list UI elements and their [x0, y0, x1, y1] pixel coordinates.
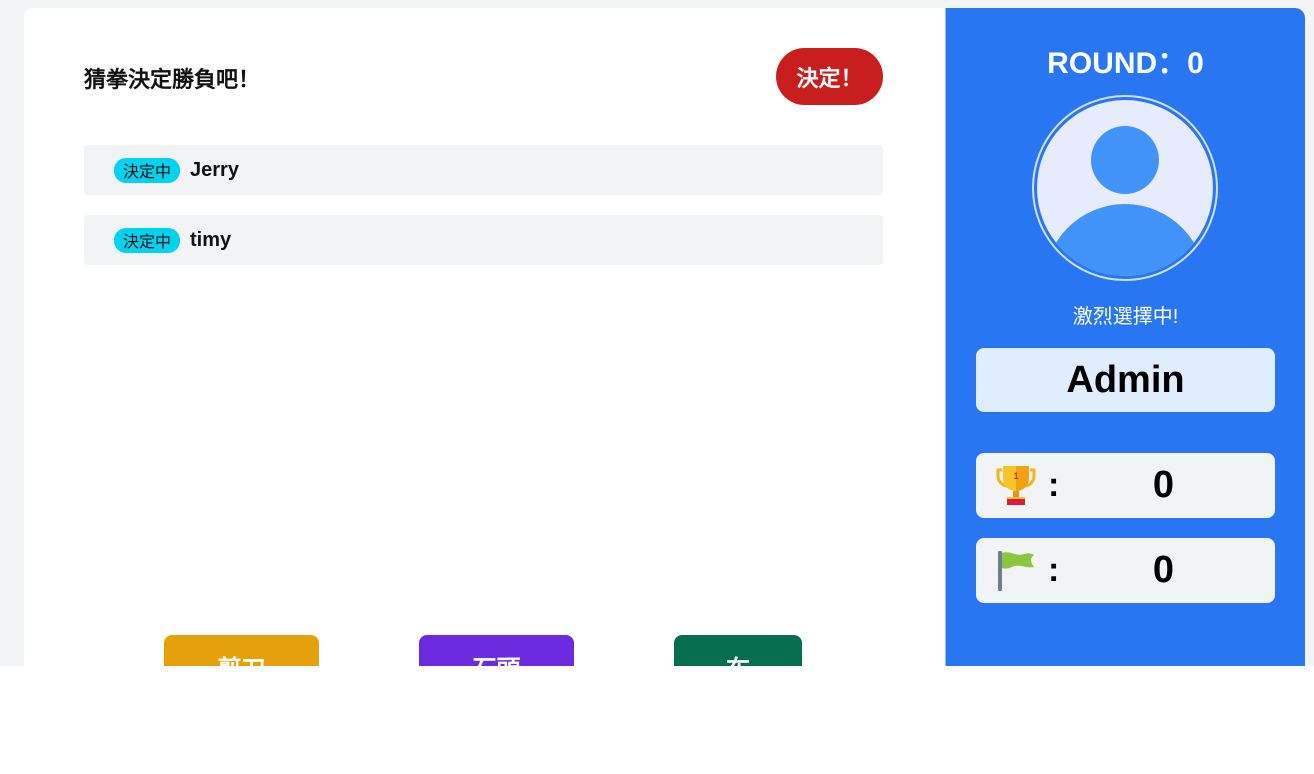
flag-icon: [998, 551, 1034, 591]
avatar: [1032, 95, 1218, 281]
status-badge: 決定中: [114, 227, 181, 253]
page-title: 猜拳決定勝負吧！: [84, 67, 261, 92]
username-display: Admin: [976, 348, 1275, 412]
rock-button[interactable]: 石頭: [419, 635, 574, 666]
player-row-timy: 決定中 timy: [84, 215, 883, 265]
stat-separator: :: [1048, 466, 1060, 504]
status-badge: 決定中: [114, 157, 181, 183]
user-avatar-icon: [1037, 100, 1213, 276]
game-card: 猜拳決定勝負吧！ 決定！ 決定中 Jerry 決定中 timy 剪刀 石頭 布: [24, 8, 945, 666]
scissors-button[interactable]: 剪刀: [164, 635, 319, 666]
player-side-panel: ROUND：0 激烈選擇中! Admin 1: 0: 0: [945, 8, 1305, 666]
status-text: 激烈選擇中!: [1072, 306, 1179, 328]
player-name: Jerry: [190, 158, 239, 181]
wins-count: 0: [1152, 464, 1175, 506]
flags-count: 0: [1152, 549, 1175, 591]
wins-stat: 1 : 0: [976, 453, 1275, 518]
app-viewport: 猜拳決定勝負吧！ 決定！ 決定中 Jerry 決定中 timy 剪刀 石頭 布 …: [0, 0, 1314, 666]
trophy-icon: 1: [996, 466, 1036, 505]
decide-button[interactable]: 決定！: [776, 48, 883, 105]
player-name: timy: [190, 228, 232, 251]
paper-button[interactable]: 布: [674, 635, 802, 666]
flags-stat: : 0: [976, 538, 1275, 603]
stat-separator: :: [1048, 551, 1060, 589]
round-counter: ROUND：0: [1047, 47, 1204, 80]
player-row-jerry: 決定中 Jerry: [84, 145, 883, 195]
svg-text:1: 1: [1013, 471, 1018, 481]
